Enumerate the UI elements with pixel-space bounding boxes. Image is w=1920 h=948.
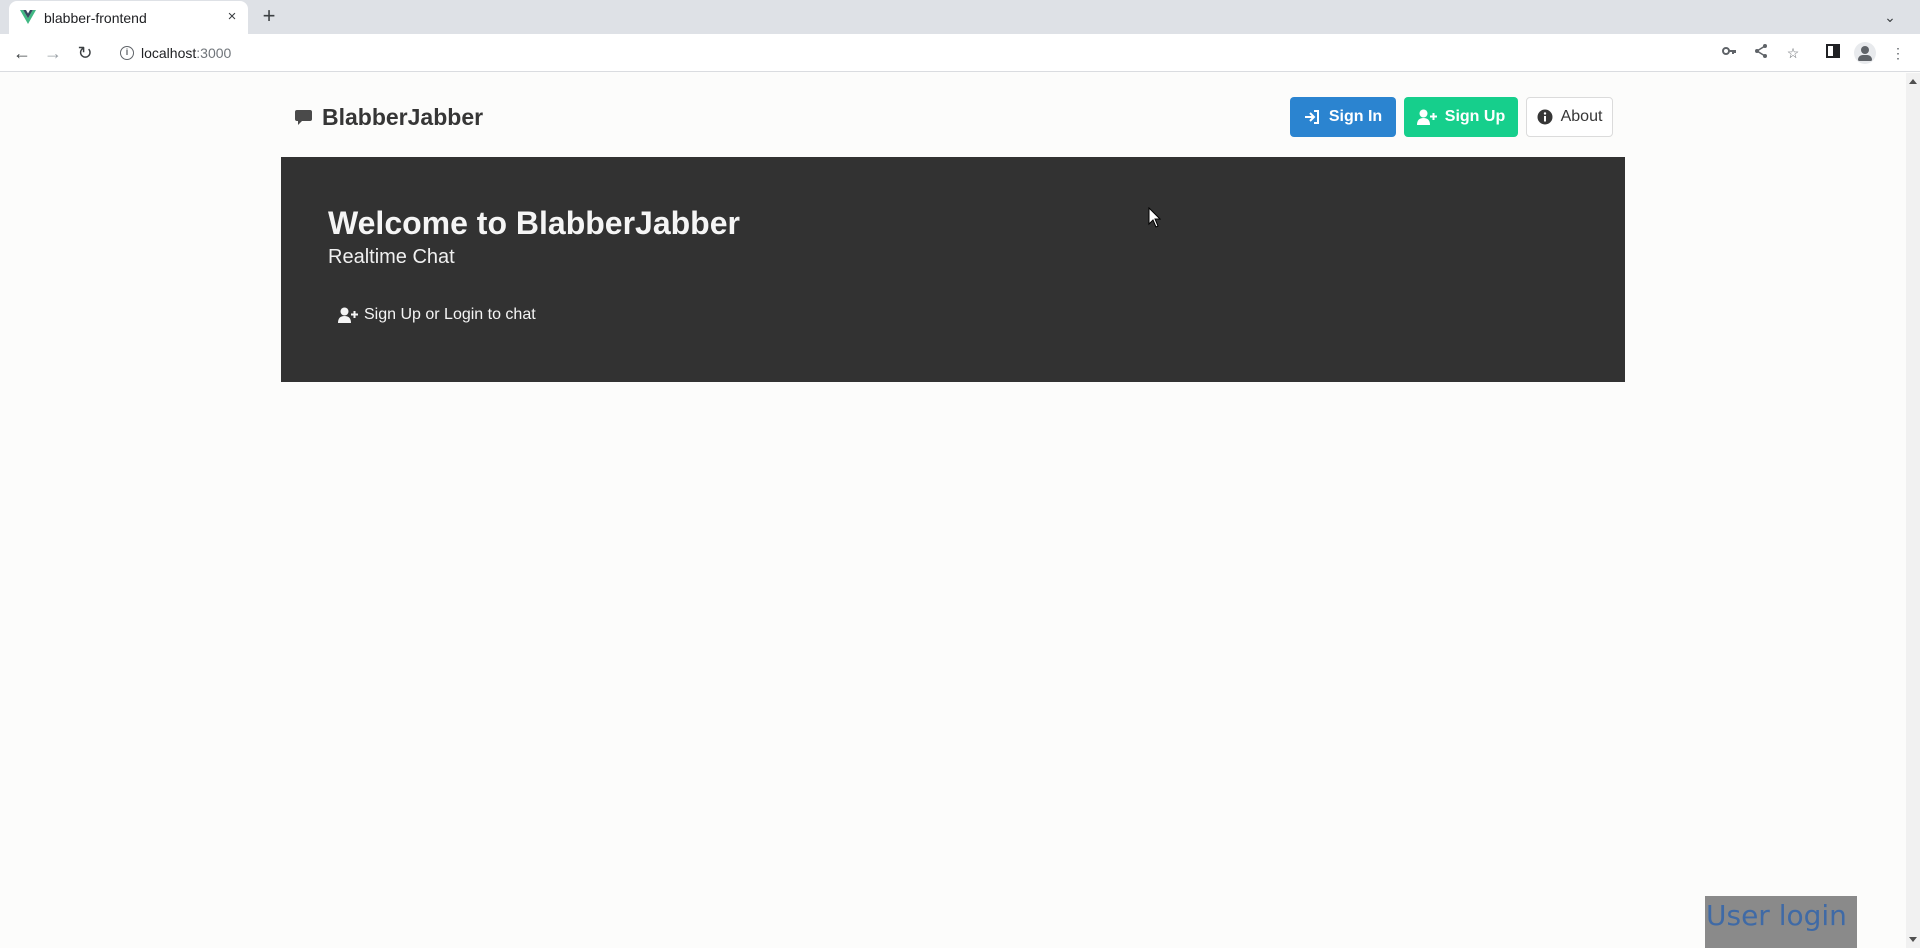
forward-arrow-icon[interactable]: → — [41, 41, 65, 65]
scroll-down-arrow-icon[interactable] — [1909, 937, 1917, 942]
back-arrow-icon[interactable]: ← — [10, 41, 34, 65]
url-text: localhost:3000 — [141, 45, 232, 61]
about-label: About — [1560, 108, 1603, 125]
sign-in-button[interactable]: Sign In — [1290, 97, 1396, 137]
mouse-cursor-icon — [1148, 207, 1161, 228]
page-scrollbar[interactable] — [1906, 73, 1920, 948]
comment-icon — [295, 109, 312, 125]
tab-title: blabber-frontend — [44, 10, 147, 26]
browser-toolbar: ← → ↻ i localhost:3000 ☆ ⋮ — [0, 34, 1920, 72]
tab-search-icon[interactable]: ⌄ — [1878, 5, 1902, 29]
sign-in-label: Sign In — [1328, 108, 1383, 125]
sign-in-icon — [1304, 110, 1319, 124]
info-circle-icon — [1537, 109, 1553, 125]
user-plus-icon — [1416, 109, 1437, 125]
sign-up-label: Sign Up — [1444, 108, 1506, 125]
hero-subtitle: Realtime Chat — [328, 246, 455, 268]
side-panel-icon[interactable] — [1823, 43, 1843, 63]
navbar-brand[interactable]: BlabberJabber — [295, 102, 483, 132]
hero-banner: Welcome to BlabberJabber Realtime Chat S… — [281, 157, 1625, 382]
signup-login-link[interactable]: Sign Up or Login to chat — [338, 303, 536, 327]
scroll-up-arrow-icon[interactable] — [1909, 79, 1917, 84]
share-icon[interactable] — [1751, 43, 1771, 63]
caption-overlay: User login — [1705, 896, 1857, 948]
vue-logo-icon — [20, 10, 36, 24]
bookmark-star-icon[interactable]: ☆ — [1783, 43, 1803, 63]
about-button[interactable]: About — [1526, 97, 1613, 137]
browser-tab-strip: blabber-frontend × + ⌄ — [0, 0, 1920, 34]
cta-label: Sign Up or Login to chat — [364, 306, 536, 323]
hero-title: Welcome to BlabberJabber — [328, 205, 740, 241]
address-bar[interactable]: i localhost:3000 — [108, 38, 1716, 68]
brand-name: BlabberJabber — [322, 103, 484, 130]
site-info-icon[interactable]: i — [120, 46, 134, 60]
key-icon[interactable] — [1719, 43, 1739, 63]
profile-avatar-icon[interactable] — [1854, 42, 1876, 64]
user-plus-icon — [338, 307, 358, 323]
browser-tab[interactable]: blabber-frontend × — [9, 1, 248, 34]
tab-close-icon[interactable]: × — [222, 7, 242, 27]
sign-up-button[interactable]: Sign Up — [1404, 97, 1518, 137]
new-tab-icon[interactable]: + — [257, 5, 281, 29]
menu-kebab-icon[interactable]: ⋮ — [1888, 43, 1908, 63]
reload-icon[interactable]: ↻ — [73, 41, 97, 65]
